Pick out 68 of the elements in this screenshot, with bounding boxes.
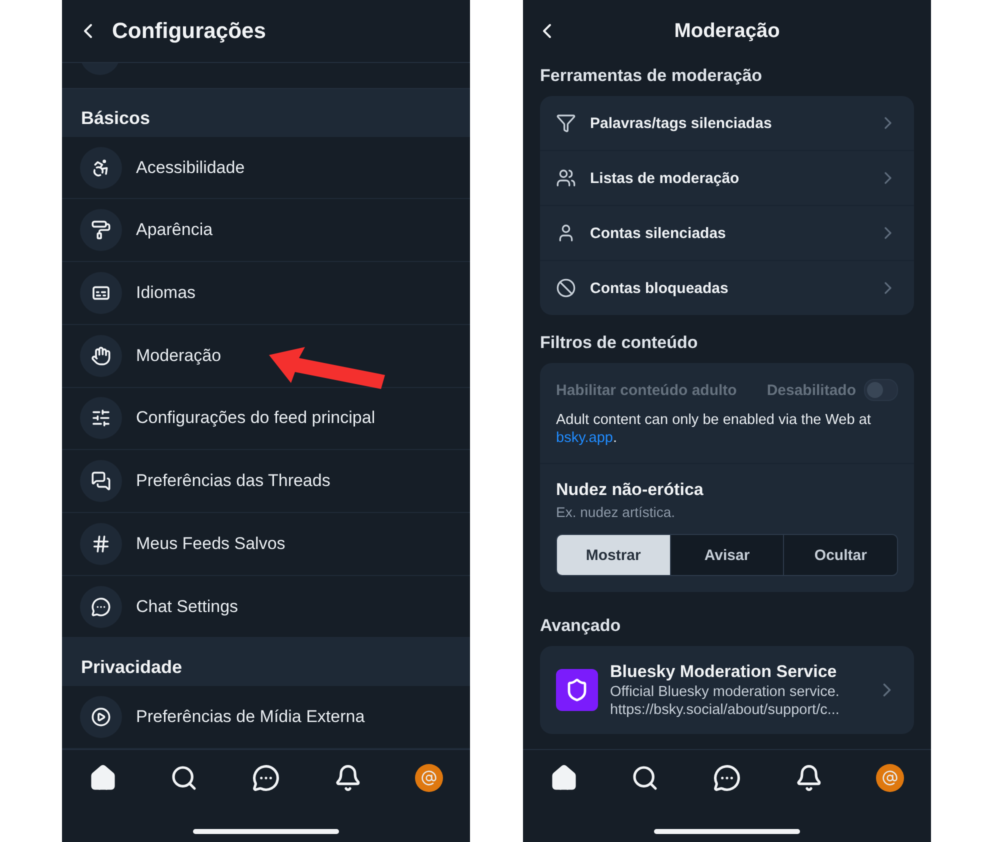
settings-item[interactable]: Configurações do feed principal	[62, 388, 470, 450]
section-title: Avançado	[539, 615, 622, 637]
filter-title: Nudez não-erótica	[556, 480, 704, 500]
filter-icon	[556, 113, 576, 133]
captions-icon	[80, 272, 122, 314]
row-label: Listas de moderação	[590, 170, 740, 186]
play-icon	[80, 696, 122, 738]
item-label: Idiomas	[136, 283, 196, 303]
menu-row[interactable]: Contas silenciadas	[540, 206, 914, 261]
row-label: Contas silenciadas	[590, 224, 727, 242]
settings-item[interactable]: Moderação	[62, 324, 470, 388]
item-label: Configurações do feed principal	[136, 408, 376, 428]
paint-roller-icon	[80, 209, 122, 252]
menu-row[interactable]: Listas de moderação	[540, 151, 914, 206]
item-label: Preferências de Mídia Externa	[136, 707, 365, 728]
home-icon[interactable]	[88, 764, 117, 792]
home-icon[interactable]	[550, 764, 578, 792]
settings-item[interactable]: Preferências de Mídia Externa	[62, 686, 470, 749]
section-header: Básicos	[62, 88, 470, 137]
hand-icon	[80, 334, 122, 377]
row-label: Palavras/tags silenciadas	[590, 114, 773, 132]
toggle-label: Habilitar conteúdo adulto	[556, 382, 738, 398]
screen-title: Configurações	[112, 18, 266, 44]
settings-item[interactable]: Aparência	[62, 199, 470, 262]
shield-icon	[556, 669, 598, 711]
hash-icon	[80, 522, 122, 565]
web-link[interactable]: bsky.app	[556, 430, 613, 446]
bell-icon[interactable]	[794, 764, 823, 792]
settings-item[interactable]: Acessibilidade	[62, 136, 470, 200]
toggle-status: Desabilitado	[766, 382, 856, 398]
segment-option[interactable]: Avisar	[670, 535, 784, 575]
item-label: Preferências das Threads	[136, 471, 330, 492]
avatar[interactable]	[415, 764, 444, 792]
info-text: Adult content can only be enabled via the Web at bsky.app.	[540, 407, 914, 464]
ban-icon	[556, 278, 576, 298]
bell-icon[interactable]	[334, 764, 362, 792]
segment-option[interactable]: Mostrar	[557, 535, 671, 575]
row-label: Contas bloqueadas	[590, 280, 730, 296]
section-header: Privacidade	[62, 638, 470, 686]
avatar[interactable]	[876, 764, 904, 792]
item-label: Meus Feeds Salvos	[136, 534, 286, 554]
labeler-name: Bluesky Moderation Service	[610, 662, 838, 682]
chat-icon[interactable]	[712, 764, 741, 792]
chat-icon[interactable]	[252, 764, 280, 792]
settings-item[interactable]: Meus Feeds Salvos	[62, 513, 470, 576]
sliders-icon	[80, 397, 122, 440]
screen-title: Moderação	[674, 20, 780, 42]
section-title: Filtros de conteúdo	[539, 332, 699, 354]
settings-item[interactable]: Idiomas	[62, 262, 470, 325]
search-icon[interactable]	[170, 764, 198, 792]
section-title: Ferramentas de moderação	[539, 65, 764, 87]
chat-bubbles-icon	[80, 460, 122, 502]
item-label: Acessibilidade	[136, 158, 245, 178]
labeler-description: Official Bluesky moderation service.	[610, 684, 840, 700]
settings-item[interactable]: Preferências das Threads	[62, 450, 470, 514]
item-label: Moderação	[136, 346, 222, 366]
menu-row[interactable]: Palavras/tags silenciadas	[540, 96, 914, 151]
labeler-url: https://bsky.social/about/support/c...	[610, 702, 840, 718]
search-icon[interactable]	[631, 764, 660, 792]
item-label: Chat Settings	[136, 596, 238, 617]
labeler-row[interactable]: Bluesky Moderation Service Official Bluesky moderation service. https://bsky.social/about/support/c...	[540, 646, 914, 734]
item-label: Aparência	[136, 220, 213, 240]
segment-option[interactable]: Ocultar	[784, 535, 897, 575]
users-icon	[556, 168, 576, 188]
menu-row[interactable]: Contas bloqueadas	[540, 261, 914, 315]
filter-description: Ex. nudez artística.	[556, 504, 676, 520]
chat-icon	[80, 586, 122, 628]
accessibility-icon	[80, 146, 122, 189]
